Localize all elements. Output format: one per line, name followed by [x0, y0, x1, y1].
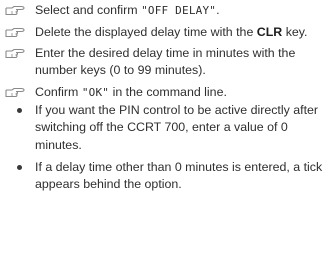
pointing-hand-icon [5, 48, 25, 59]
clr-key-label: CLR [256, 24, 283, 39]
pointing-hand-icon [5, 87, 25, 98]
pointing-hand-icon [5, 5, 25, 16]
instruction-page: Select and confirm "OFF DELAY". Delete t… [0, 2, 327, 193]
step-text: Confirm "OK" in the command line. [35, 84, 227, 99]
step-delete-delay: Delete the displayed delay time with the… [0, 24, 327, 41]
note-text: If you want the PIN control to be active… [35, 103, 319, 152]
display-text-off-delay: "OFF DELAY" [141, 4, 217, 17]
note-item: If you want the PIN control to be active… [0, 102, 327, 154]
notes-list: If you want the PIN control to be active… [0, 102, 327, 193]
step-select-off-delay: Select and confirm "OFF DELAY". [0, 2, 327, 19]
note-item: If a delay time other than 0 minutes is … [0, 159, 327, 193]
step-text: Enter the desired delay time in minutes … [35, 46, 296, 78]
step-confirm-ok: Confirm "OK" in the command line. [0, 84, 327, 101]
step-enter-delay: Enter the desired delay time in minutes … [0, 45, 327, 79]
step-text: Delete the displayed delay time with the… [35, 24, 308, 39]
bullet-dot-icon [17, 164, 22, 170]
note-text: If a delay time other than 0 minutes is … [35, 159, 323, 191]
step-text: Select and confirm "OFF DELAY". [35, 3, 220, 17]
pointing-hand-icon [5, 27, 25, 38]
bullet-dot-icon [17, 108, 22, 114]
display-text-ok: "OK" [81, 85, 110, 99]
